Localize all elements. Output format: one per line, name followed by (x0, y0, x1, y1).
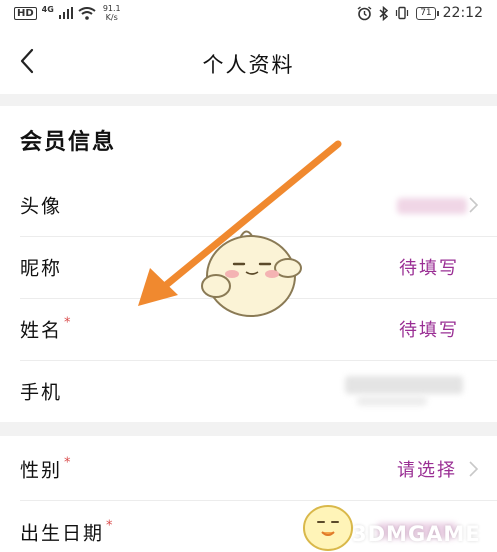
watermark-mascot (303, 505, 353, 551)
mascot-sticker (201, 230, 302, 317)
watermark-text: 3DMGAME (352, 522, 481, 546)
